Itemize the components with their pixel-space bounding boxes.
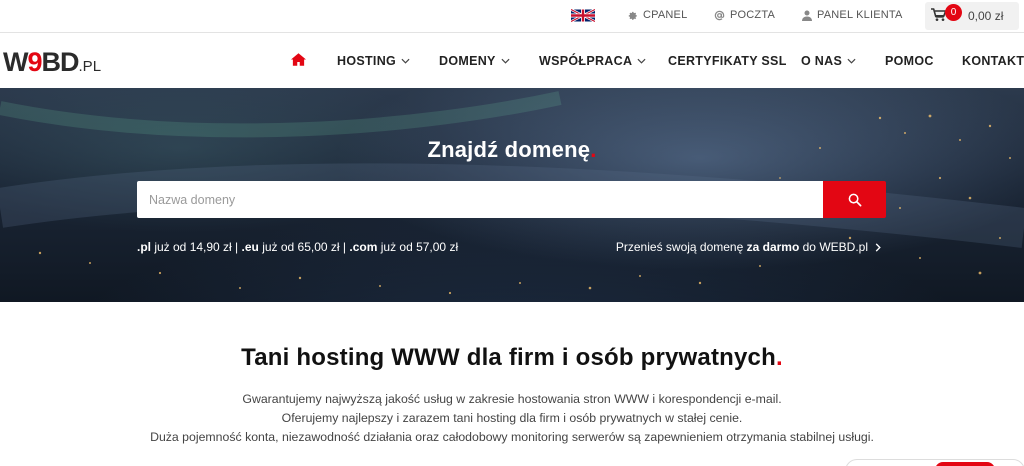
price-eu-ext: .eu: [241, 240, 259, 254]
hero-domain-search: Znajdź domenę. .pl już od 14,90 zł | .eu…: [0, 88, 1024, 302]
price-pl-text: już od 14,90 zł: [151, 240, 232, 254]
cpanel-label: CPANEL: [643, 9, 688, 21]
logo[interactable]: W9BD.PL: [3, 48, 101, 81]
logo-w: W: [3, 47, 29, 77]
nav-pomoc[interactable]: POMOC: [885, 54, 934, 68]
poczta-link[interactable]: POCZTA: [714, 9, 775, 21]
price-eu-text: już od 65,00 zł: [258, 240, 340, 254]
section-headline-text: Tani hosting WWW dla firm i osób prywatn…: [241, 344, 776, 371]
price-com-text: już od 57,00 zł: [377, 240, 459, 254]
domain-transfer-link[interactable]: Przenieś swoją domenę za darmo do WEBD.p…: [616, 240, 881, 254]
nav-kontakt-label: KONTAKT: [962, 54, 1024, 68]
domain-prices: .pl już od 14,90 zł | .eu już od 65,00 z…: [137, 240, 458, 254]
domain-search-input[interactable]: [137, 181, 823, 218]
main-nav: W9BD.PL HOSTING DOMENY WSPÓŁPRACA CERTYF…: [0, 34, 1024, 88]
chat-widget-tab[interactable]: [845, 459, 1024, 466]
nav-domeny-label: DOMENY: [439, 54, 496, 68]
home-icon[interactable]: [291, 53, 306, 66]
top-bar: CPANEL POCZTA PANEL KLIENTA 0 0,00 zł: [0, 0, 1024, 33]
chevron-down-icon: [501, 58, 510, 64]
logo-nine: 9: [27, 47, 42, 77]
nav-domeny[interactable]: DOMENY: [439, 54, 510, 68]
poczta-label: POCZTA: [730, 9, 775, 21]
price-pl-ext: .pl: [137, 240, 151, 254]
at-sign-icon: [714, 10, 725, 20]
logo-bd: BD: [41, 47, 80, 77]
cart-total: 0,00 zł: [968, 9, 1004, 23]
nav-kontakt[interactable]: KONTAKT: [962, 54, 1024, 68]
price-separator: |: [339, 240, 350, 254]
chat-widget-accent: [935, 462, 995, 466]
user-icon: [802, 10, 812, 21]
search-icon: [848, 193, 861, 206]
price-separator: |: [231, 240, 242, 254]
nav-o-nas[interactable]: O NAS: [801, 54, 856, 68]
nav-wspolpraca-label: WSPÓŁPRACA: [539, 54, 633, 68]
chevron-down-icon: [401, 58, 410, 64]
panel-klienta-link[interactable]: PANEL KLIENTA: [802, 9, 903, 21]
transfer-post: do WEBD.pl: [799, 240, 868, 254]
nav-wspolpraca[interactable]: WSPÓŁPRACA: [539, 54, 646, 68]
nav-hosting[interactable]: HOSTING: [337, 54, 410, 68]
cpanel-link[interactable]: CPANEL: [627, 9, 687, 21]
gear-icon: [628, 11, 637, 20]
chevron-down-icon: [637, 58, 646, 64]
nav-hosting-label: HOSTING: [337, 54, 397, 68]
domain-search-button[interactable]: [823, 181, 886, 218]
nav-certyfikaty-ssl[interactable]: CERTYFIKATY SSL: [668, 54, 787, 68]
transfer-bold: za darmo: [746, 240, 800, 254]
cart-count-badge: 0: [945, 4, 962, 21]
transfer-pre: Przenieś swoją domenę: [615, 240, 747, 254]
intro-line: Oferujemy najlepszy i zarazem tani hosti…: [281, 411, 743, 425]
section-headline-dot: .: [775, 344, 783, 371]
transfer-text: Przenieś swoją domenę za darmo do WEBD.p…: [616, 240, 868, 254]
section-headline: Tani hosting WWW dla firm i osób prywatn…: [0, 344, 1024, 372]
uk-flag-icon[interactable]: [571, 8, 595, 23]
panel-klienta-label: PANEL KLIENTA: [817, 9, 903, 21]
logo-pl: .PL: [78, 58, 102, 75]
nav-certyfikaty-ssl-label: CERTYFIKATY SSL: [668, 54, 787, 68]
price-com-ext: .com: [349, 240, 378, 254]
hero-title-text: Znajdź domenę: [427, 137, 591, 162]
intro-line: Gwarantujemy najwyższą jakość usług w za…: [242, 392, 782, 406]
cart-button[interactable]: 0 0,00 zł: [925, 2, 1019, 30]
nav-o-nas-label: O NAS: [801, 54, 843, 68]
hero-title-dot: .: [590, 137, 597, 162]
chevron-right-icon: [875, 242, 881, 252]
intro-line: Duża pojemność konta, niezawodność dział…: [150, 430, 874, 444]
chevron-down-icon: [847, 58, 856, 64]
nav-pomoc-label: POMOC: [885, 54, 934, 68]
hero-title: Znajdź domenę.: [0, 137, 1024, 163]
